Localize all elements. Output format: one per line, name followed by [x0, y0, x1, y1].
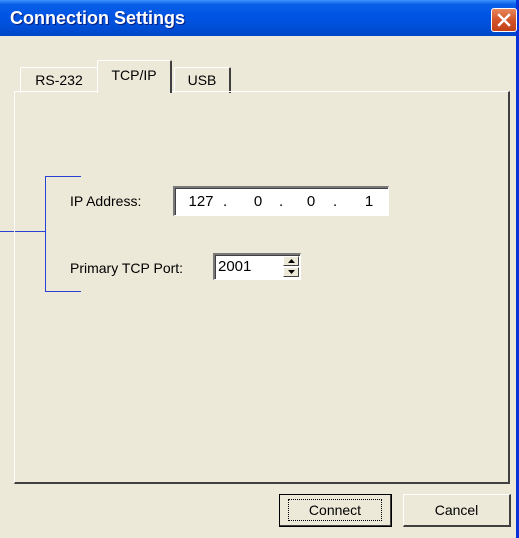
connect-button-label: Connect [287, 499, 383, 521]
tab-usb[interactable]: USB [174, 67, 231, 93]
window-title: Connection Settings [10, 8, 185, 28]
close-icon [497, 13, 511, 27]
tab-rs232[interactable]: RS-232 [20, 67, 99, 93]
close-button[interactable] [491, 8, 517, 32]
connect-button[interactable]: Connect [279, 494, 392, 527]
connection-settings-dialog: Connection Settings RS-232 TCP/IP USB IP… [0, 0, 519, 538]
title-bar[interactable]: Connection Settings [0, 0, 517, 36]
tab-panel-tcpip [14, 91, 510, 484]
tab-tcpip[interactable]: TCP/IP [97, 60, 172, 93]
cancel-button[interactable]: Cancel [403, 494, 511, 527]
